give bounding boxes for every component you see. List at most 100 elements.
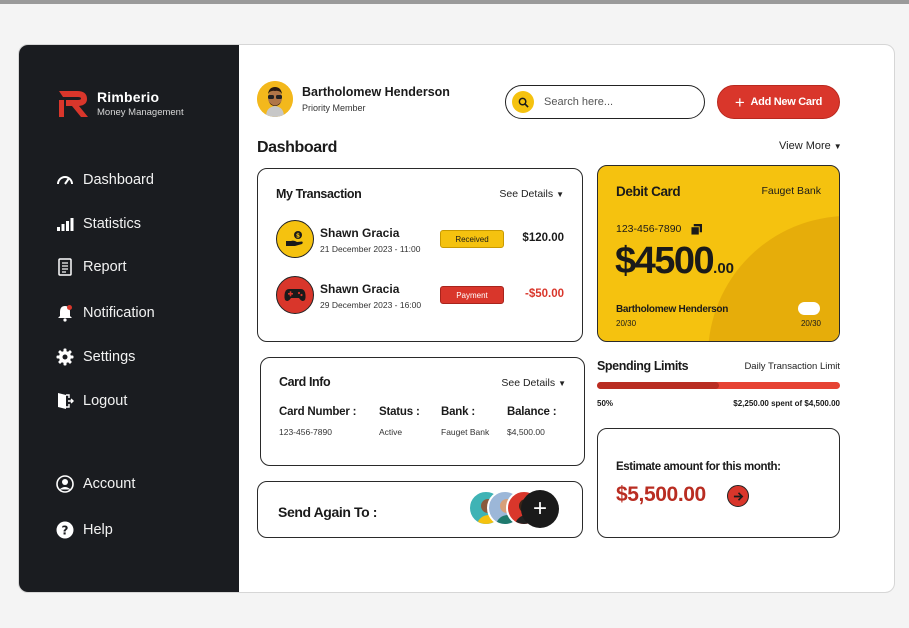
- user-tier: Priority Member: [302, 103, 366, 113]
- transaction-amount: -$50.00: [524, 288, 564, 300]
- nav-item-notification[interactable]: Notification: [55, 303, 155, 323]
- status-badge: Payment: [440, 286, 504, 304]
- user-avatar[interactable]: [257, 81, 293, 117]
- transactions-title: My Transaction: [276, 187, 362, 201]
- nav-label: Dashboard: [83, 172, 154, 188]
- card-number-label: Card Number :: [279, 406, 357, 418]
- nav-item-settings[interactable]: Settings: [55, 347, 135, 367]
- card-number-column: Card Number : 123-456-7890: [279, 406, 356, 437]
- card-expiry: 20/30: [616, 319, 637, 328]
- send-again-title: Send Again To :: [278, 504, 377, 520]
- arrow-right-icon[interactable]: [727, 485, 749, 507]
- nav-label: Settings: [83, 349, 136, 365]
- chart-bars-icon: [55, 214, 75, 234]
- card-info-card: Card Info See Details ▼ Card Number : 123…: [260, 357, 585, 466]
- add-contact-button[interactable]: +: [521, 490, 559, 528]
- page-title: Dashboard: [257, 139, 337, 156]
- debit-card-balance: $4500.00: [615, 240, 734, 283]
- see-details-label: See Details: [499, 188, 554, 200]
- spending-percent: 50%: [597, 399, 614, 408]
- bank-column: Bank : Fauget Bank: [441, 406, 489, 437]
- brand-name: Rimberio: [97, 88, 160, 105]
- app-window: Rimberio Money Management Dashboard Stat…: [18, 44, 895, 593]
- user-circle-icon: [55, 474, 75, 494]
- daily-limit-label: Daily Transaction Limit: [744, 361, 840, 372]
- user-name: Bartholomew Henderson: [302, 85, 450, 99]
- search-input[interactable]: [544, 96, 694, 108]
- bell-icon: [55, 303, 75, 323]
- nav-item-help[interactable]: ? Help: [55, 520, 113, 540]
- search-icon[interactable]: [512, 91, 534, 113]
- window-top-bar: [0, 0, 909, 4]
- add-new-card-button[interactable]: + Add New Card: [717, 85, 840, 119]
- nav-label: Statistics: [83, 216, 142, 232]
- estimate-label: Estimate amount for this month:: [616, 461, 781, 473]
- nav-item-report[interactable]: Report: [55, 257, 127, 277]
- gamepad-icon: [276, 276, 314, 314]
- view-more-dropdown[interactable]: View More ▼: [779, 140, 842, 152]
- estimate-card: Estimate amount for this month: $5,500.0…: [597, 428, 840, 538]
- card-holder-name: Bartholomew Henderson: [616, 304, 729, 315]
- debit-card-number-row: 123-456-7890: [616, 223, 703, 235]
- balance-value: $4,500.00: [507, 427, 545, 437]
- status-column: Status : Active: [379, 406, 420, 437]
- nav-label: Report: [83, 259, 127, 275]
- gauge-icon: [55, 170, 75, 190]
- card-number-value: 123-456-7890: [279, 427, 332, 437]
- caret-down-icon: ▼: [558, 379, 566, 388]
- rimberio-logo-icon: [59, 91, 88, 117]
- main-content: Bartholomew Henderson Priority Member + …: [239, 45, 894, 592]
- balance-cents: .00: [713, 260, 735, 277]
- spending-progress-fill: [597, 382, 719, 389]
- add-new-card-label: Add New Card: [750, 96, 823, 108]
- transaction-name: Shawn Gracia: [320, 282, 400, 296]
- estimate-value: $5,500.00: [616, 483, 706, 506]
- view-more-label: View More: [779, 140, 831, 152]
- status-label: Status :: [379, 406, 420, 418]
- nav-label: Logout: [83, 393, 128, 409]
- spending-detail: $2,250.00 spent of $4,500.00: [733, 399, 840, 408]
- card-info-see-details[interactable]: See Details ▼: [501, 377, 566, 389]
- nav-item-logout[interactable]: Logout: [55, 391, 127, 411]
- transactions-see-details[interactable]: See Details ▼: [499, 188, 564, 200]
- nav-label: Notification: [83, 305, 155, 321]
- svg-text:?: ?: [62, 524, 69, 538]
- nav-label: Help: [83, 522, 113, 538]
- balance-main: $4500: [615, 240, 715, 282]
- caret-down-icon: ▼: [556, 190, 564, 199]
- debit-card-title: Debit Card: [616, 184, 681, 199]
- status-badge: Received: [440, 230, 504, 248]
- balance-column: Balance : $4,500.00: [507, 406, 557, 437]
- sidebar: Rimberio Money Management Dashboard Stat…: [19, 45, 239, 592]
- card-logo-icon: [798, 302, 820, 315]
- nav-item-dashboard[interactable]: Dashboard: [55, 170, 154, 190]
- plus-icon: +: [734, 92, 745, 112]
- brand[interactable]: Rimberio Money Management: [57, 87, 184, 119]
- spending-progress-bar: [597, 382, 840, 389]
- logout-icon: [55, 391, 75, 411]
- bank-label: Bank :: [441, 406, 475, 418]
- spending-limits-title: Spending Limits: [597, 359, 689, 373]
- debit-card-bank: Fauget Bank: [761, 185, 821, 197]
- caret-down-icon: ▼: [833, 142, 842, 151]
- nav-item-account[interactable]: Account: [55, 474, 135, 494]
- transaction-name: Shawn Gracia: [320, 226, 400, 240]
- debit-card[interactable]: Debit Card Fauget Bank 123-456-7890 $450…: [597, 165, 840, 342]
- transaction-row[interactable]: Shawn Gracia 29 December 2023 - 16:00 Pa…: [276, 276, 564, 316]
- brand-tagline: Money Management: [97, 106, 184, 118]
- transaction-row[interactable]: $ Shawn Gracia 21 December 2023 - 11:00 …: [276, 220, 564, 260]
- plus-icon: +: [532, 495, 547, 522]
- transaction-amount: $120.00: [522, 232, 564, 244]
- card-info-title: Card Info: [279, 375, 331, 389]
- money-hand-icon: $: [276, 220, 314, 258]
- nav-item-statistics[interactable]: Statistics: [55, 214, 141, 234]
- search-bar[interactable]: [505, 85, 705, 119]
- copy-icon[interactable]: [691, 223, 703, 235]
- svg-text:$: $: [296, 233, 300, 240]
- card-expiry-secondary: 20/30: [800, 319, 821, 328]
- transaction-date: 29 December 2023 - 16:00: [320, 300, 422, 310]
- gear-icon: [55, 347, 75, 367]
- transaction-date: 21 December 2023 - 11:00: [320, 244, 421, 254]
- see-details-label: See Details: [501, 377, 556, 389]
- document-icon: [55, 257, 75, 277]
